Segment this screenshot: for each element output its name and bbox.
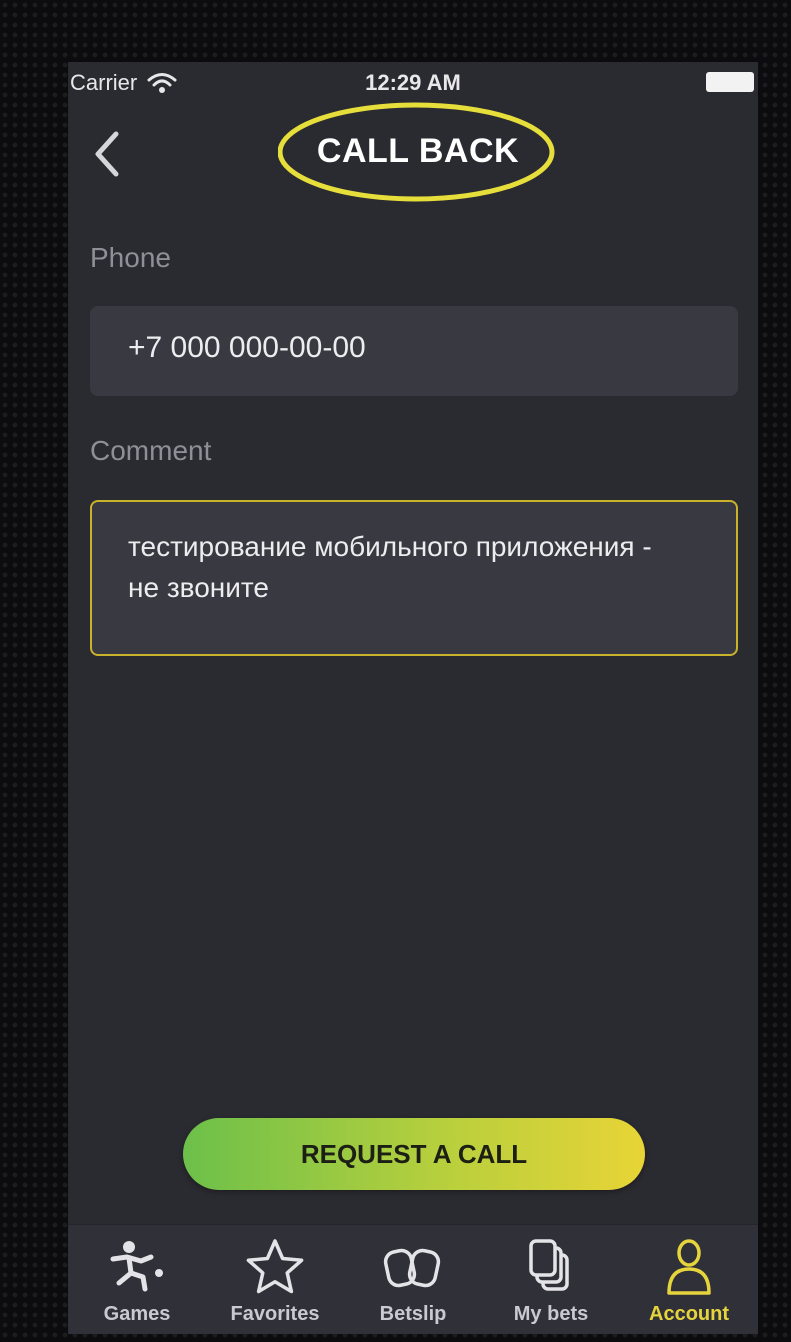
tab-bar: Games Favorites Betslip My bets Account: [68, 1224, 758, 1334]
tab-my-bets[interactable]: My bets: [482, 1225, 620, 1334]
tab-label-favorites: Favorites: [230, 1303, 320, 1325]
tab-betslip[interactable]: Betslip: [344, 1225, 482, 1334]
tab-label-betslip: Betslip: [379, 1303, 447, 1325]
tab-games[interactable]: Games: [68, 1225, 206, 1334]
person-icon: [667, 1239, 711, 1295]
comment-field[interactable]: тестирование мобильного приложения - не …: [90, 500, 738, 656]
request-call-label: REQUEST A CALL: [300, 1139, 528, 1169]
comment-value: тестирование мобильного приложения - не …: [128, 531, 652, 603]
phone-field[interactable]: +7 000 000-00-00: [90, 306, 738, 396]
page-title: CALL BACK: [316, 132, 520, 170]
status-time: 12:29 AM: [365, 70, 461, 95]
tab-label-games: Games: [103, 1303, 171, 1325]
tab-label-account: Account: [649, 1303, 729, 1325]
status-bar: Carrier 12:29 AM: [68, 62, 758, 102]
betslip-icon: [383, 1248, 441, 1288]
phone-screen: Carrier 12:29 AM CALL BACK Phone +7 000 …: [68, 62, 758, 1334]
phone-label: Phone: [90, 242, 171, 273]
tab-label-my-bets: My bets: [513, 1303, 589, 1325]
battery-icon: [706, 72, 754, 92]
star-icon: [246, 1239, 304, 1294]
stacked-cards-icon: [529, 1239, 569, 1291]
phone-value: +7 000 000-00-00: [128, 331, 366, 364]
request-call-button[interactable]: REQUEST A CALL: [183, 1118, 645, 1190]
chevron-left-icon: [95, 131, 119, 177]
comment-label: Comment: [90, 435, 212, 466]
page-title-container: CALL BACK: [278, 98, 558, 202]
back-button[interactable]: [88, 128, 128, 180]
soccer-player-icon: [110, 1241, 163, 1292]
tab-account[interactable]: Account: [620, 1225, 758, 1334]
tab-favorites[interactable]: Favorites: [206, 1225, 344, 1334]
